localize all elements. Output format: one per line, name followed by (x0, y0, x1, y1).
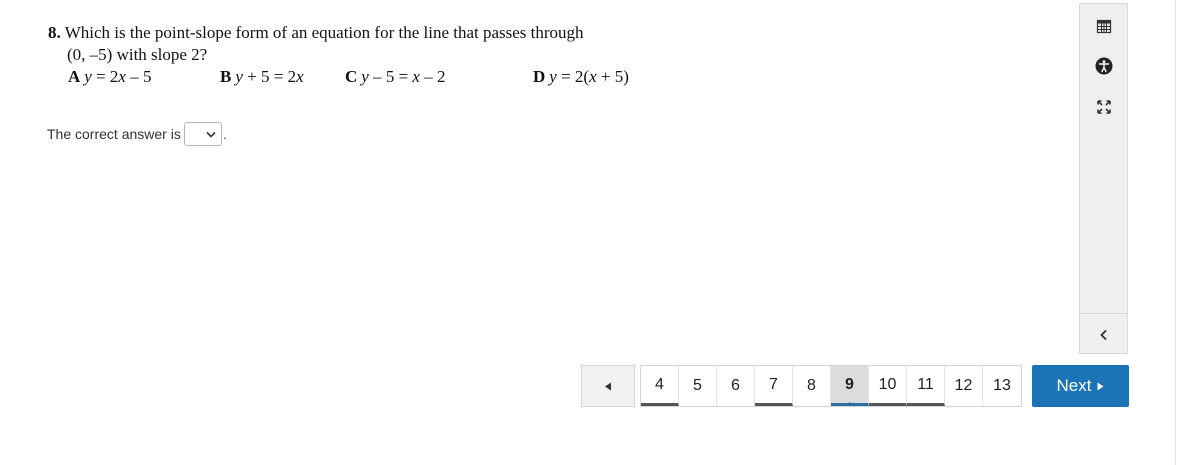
choice-b: By + 5 = 2x (220, 66, 304, 88)
accessibility-icon (1095, 57, 1112, 75)
question-text-line1: Which is the point-slope form of an equa… (64, 23, 584, 42)
collapse-chevron-icon (1099, 329, 1107, 341)
math-variable: x (589, 67, 597, 86)
next-button-label: Next (1056, 376, 1092, 395)
choice-letter: A (68, 67, 81, 86)
choice-d: Dy = 2(x + 5) (533, 66, 629, 88)
math-text: = 2( (556, 67, 590, 86)
answer-dropdown[interactable] (183, 122, 222, 146)
question-block: 8. Which is the point-slope form of an e… (48, 22, 668, 88)
page-13[interactable]: 13 (983, 366, 1021, 406)
choice-expression: y = 2x – 5 (84, 67, 151, 86)
expand-icon (1096, 100, 1111, 114)
choice-expression: y + 5 = 2x (235, 67, 303, 86)
math-variable: y (361, 67, 369, 86)
toolbar-divider (1080, 313, 1127, 314)
choice-letter: D (533, 67, 546, 86)
math-variable: x (412, 67, 420, 86)
math-text: + 5) (596, 67, 629, 86)
calendar-button[interactable] (1080, 11, 1127, 41)
calendar-grid-icon (1096, 19, 1111, 34)
page-10[interactable]: 10 (869, 366, 907, 406)
answer-label: The correct answer is (47, 126, 181, 142)
answer-row: The correct answer is . (47, 122, 227, 146)
math-text: + 5 = 2 (242, 67, 297, 86)
question-number: 8. (48, 23, 61, 42)
page-9-current[interactable]: 9 (831, 366, 869, 406)
math-variable: y (549, 67, 557, 86)
page-8[interactable]: 8 (793, 366, 831, 406)
answer-suffix: . (222, 126, 227, 142)
math-text: – 2 (419, 67, 446, 86)
expand-button[interactable] (1080, 92, 1127, 122)
choice-letter: C (345, 67, 358, 86)
accessibility-button[interactable] (1080, 51, 1127, 81)
choice-a: Ay = 2x – 5 (68, 66, 151, 88)
math-text: – 5 = (368, 67, 413, 86)
choice-c: Cy – 5 = x – 2 (345, 66, 445, 88)
math-variable: y (84, 67, 92, 86)
page-7[interactable]: 7 (755, 366, 793, 406)
left-triangle-icon (605, 382, 611, 390)
math-text: – 5 (125, 67, 152, 86)
page-6[interactable]: 6 (717, 366, 755, 406)
choice-expression: y – 5 = x – 2 (361, 67, 445, 86)
page-4[interactable]: 4 (641, 366, 679, 406)
math-text: = 2 (91, 67, 119, 86)
math-variable: y (235, 67, 243, 86)
page-12[interactable]: 12 (945, 366, 983, 406)
page-numbers: 4 5 6 7 8 9 10 11 12 13 (640, 365, 1022, 407)
panel-divider (1175, 0, 1176, 465)
tool-sidebar (1079, 3, 1128, 354)
question-text-line2: (0, –5) with slope 2? (67, 45, 208, 64)
collapse-sidebar-button[interactable] (1080, 320, 1127, 350)
right-triangle-icon (1097, 382, 1104, 390)
page-11[interactable]: 11 (907, 366, 945, 406)
chevron-down-icon (206, 131, 216, 138)
previous-button[interactable] (581, 365, 635, 407)
answer-choices: Ay = 2x – 5 By + 5 = 2x Cy – 5 = x – 2 D… (48, 66, 668, 88)
next-button[interactable]: Next (1032, 365, 1129, 407)
choice-letter: B (220, 67, 232, 86)
math-variable: x (118, 67, 126, 86)
choice-expression: y = 2(x + 5) (549, 67, 629, 86)
page-5[interactable]: 5 (679, 366, 717, 406)
math-variable: x (296, 67, 304, 86)
